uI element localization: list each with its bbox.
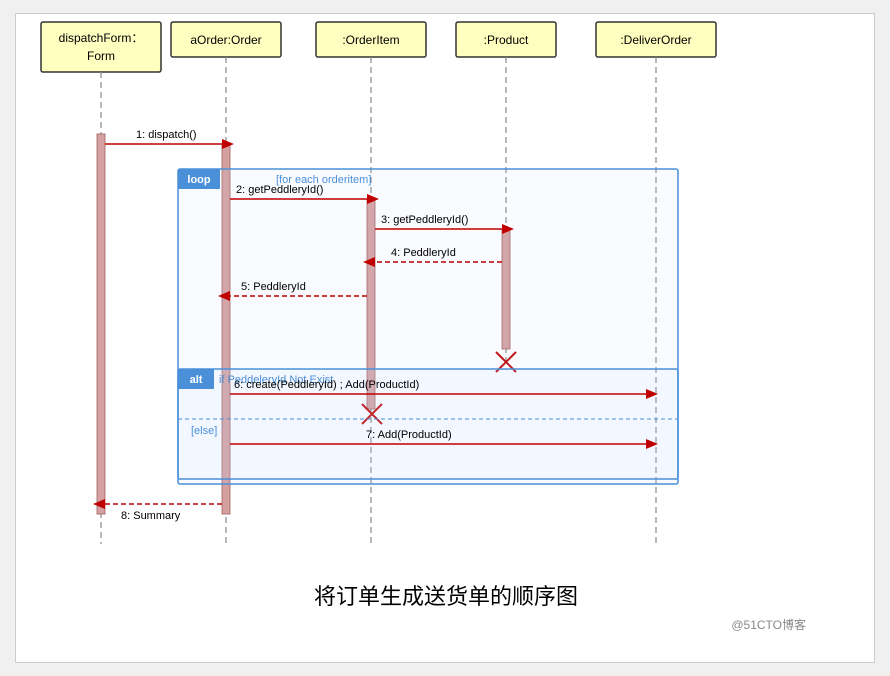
- msg3-label: 3: getPeddleryId(): [381, 214, 468, 226]
- actor-aOrder-label: aOrder:Order: [190, 33, 261, 47]
- watermark: @51CTO博客: [731, 617, 806, 632]
- actor-dispatchForm: [41, 22, 161, 72]
- actor-deliverOrder-label: :DeliverOrder: [620, 33, 691, 47]
- msg1-label: 1: dispatch(): [136, 129, 197, 141]
- alt-label: alt: [190, 374, 203, 386]
- actor-product-label: :Product: [484, 33, 529, 47]
- alt-else-label: [else]: [191, 425, 217, 437]
- sequence-diagram: dispatchForm： Form aOrder:Order :OrderIt…: [16, 14, 874, 662]
- activation-dispatchForm: [97, 134, 105, 514]
- msg6-label: 6: create(PeddleryId) ; Add(ProductId): [234, 379, 419, 391]
- msg8-label: 8: Summary: [121, 510, 181, 522]
- diagram-container: dispatchForm： Form aOrder:Order :OrderIt…: [15, 13, 875, 663]
- actor-dispatchForm-label: dispatchForm：: [59, 31, 144, 45]
- diagram-title: 将订单生成送货单的顺序图: [314, 584, 578, 609]
- svg-text:Form: Form: [87, 49, 115, 63]
- loop-label: loop: [187, 174, 210, 186]
- msg2-label: 2: getPeddleryId(): [236, 184, 323, 196]
- msg5-label: 5: PeddleryId: [241, 281, 306, 293]
- msg7-label: 7: Add(ProductId): [366, 429, 452, 441]
- msg4-label: 4: PeddleryId: [391, 247, 456, 259]
- actor-orderItem-label: :OrderItem: [342, 33, 399, 47]
